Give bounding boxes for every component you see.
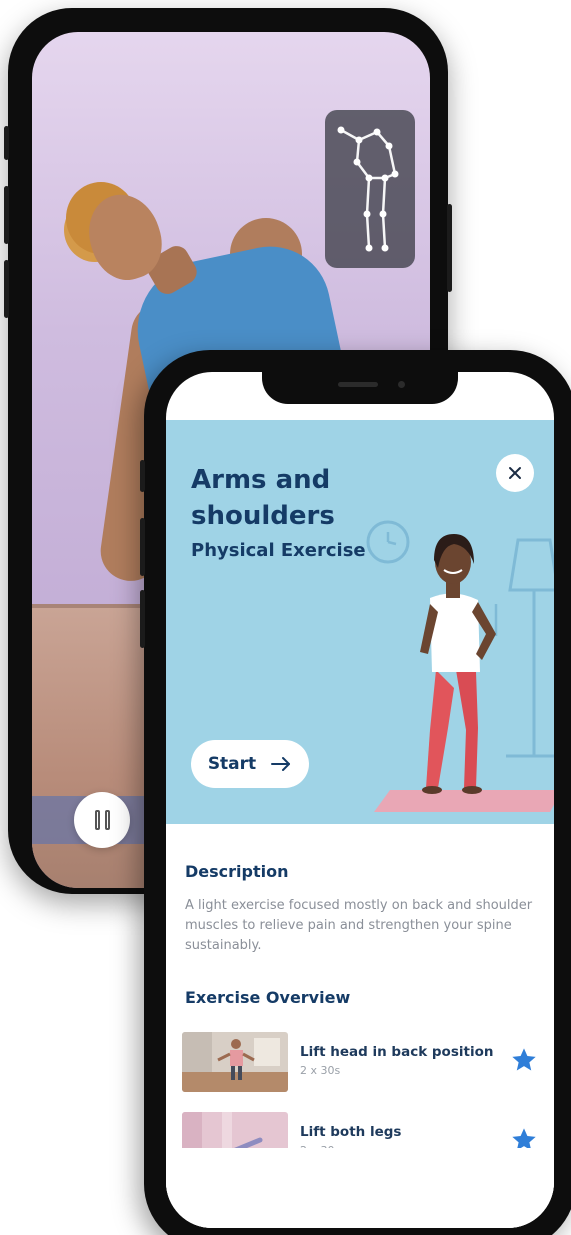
description-text: A light exercise focused mostly on back … bbox=[185, 898, 533, 953]
exercise-thumbnail bbox=[182, 1032, 288, 1092]
description-heading: Description bbox=[185, 862, 289, 881]
side-button bbox=[4, 186, 9, 244]
pose-skeleton-panel bbox=[325, 110, 415, 268]
close-icon bbox=[509, 467, 521, 479]
phone-exercise-detail: Arms and shoulders Physical Exercise Sta… bbox=[140, 350, 571, 1235]
overview-heading: Exercise Overview bbox=[185, 988, 351, 1007]
exercise-name: Lift both legs bbox=[300, 1124, 402, 1140]
close-button[interactable] bbox=[496, 454, 534, 492]
side-button bbox=[447, 204, 452, 292]
side-button bbox=[4, 126, 9, 160]
star-icon[interactable] bbox=[510, 1046, 538, 1074]
pause-icon bbox=[94, 810, 100, 830]
page-subtitle: Physical Exercise bbox=[191, 540, 366, 561]
side-button bbox=[140, 518, 145, 576]
exercise-detail: 2 x 30s bbox=[300, 1064, 341, 1077]
exercise-detail-screen: Arms and shoulders Physical Exercise Sta… bbox=[166, 372, 554, 1228]
app-showcase: Arms and shoulders Physical Exercise Sta… bbox=[0, 0, 571, 1235]
bottom-safe-area bbox=[166, 1148, 554, 1228]
exercise-list-item[interactable]: Lift head in back position 2 x 30s bbox=[182, 1032, 542, 1092]
detail-content: Description A light exercise focused mos… bbox=[166, 824, 554, 1228]
trainer-illustration bbox=[366, 520, 554, 812]
speaker bbox=[338, 382, 378, 387]
side-button bbox=[140, 590, 145, 648]
start-button[interactable]: Start bbox=[191, 740, 309, 788]
pause-button[interactable] bbox=[74, 792, 130, 848]
camera bbox=[398, 381, 405, 388]
side-button bbox=[140, 460, 145, 492]
arrow-right-icon bbox=[271, 757, 291, 771]
phone-notch bbox=[262, 372, 458, 404]
hero-banner: Arms and shoulders Physical Exercise Sta… bbox=[166, 420, 554, 824]
side-button bbox=[4, 260, 9, 318]
pose-skeleton-icon bbox=[337, 126, 399, 252]
exercise-name: Lift head in back position bbox=[300, 1044, 494, 1060]
pause-icon bbox=[104, 810, 110, 830]
start-label: Start bbox=[207, 754, 257, 774]
